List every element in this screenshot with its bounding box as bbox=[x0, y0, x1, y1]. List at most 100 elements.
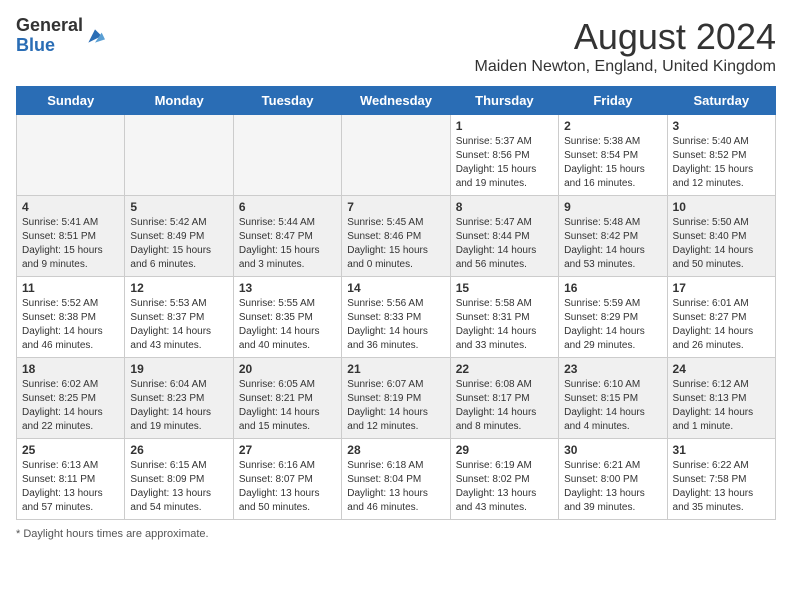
logo: General Blue bbox=[16, 16, 105, 56]
cal-cell-1: 1 Sunrise: 5:37 AMSunset: 8:56 PMDaylight… bbox=[450, 115, 558, 196]
cell-daylight-text: Sunrise: 5:40 AMSunset: 8:52 PMDaylight:… bbox=[673, 135, 770, 191]
date-number: 23 bbox=[564, 362, 661, 376]
cal-cell-7: 7 Sunrise: 5:45 AMSunset: 8:46 PMDaylight… bbox=[342, 196, 450, 277]
cal-cell-17: 17 Sunrise: 6:01 AMSunset: 8:27 PMDayligh… bbox=[667, 277, 775, 358]
cal-cell-3: 3 Sunrise: 5:40 AMSunset: 8:52 PMDaylight… bbox=[667, 115, 775, 196]
cal-cell-27: 27 Sunrise: 6:16 AMSunset: 8:07 PMDayligh… bbox=[233, 439, 341, 520]
day-header-row: SundayMondayTuesdayWednesdayThursdayFrid… bbox=[17, 87, 776, 115]
date-number: 4 bbox=[22, 200, 119, 214]
date-number: 18 bbox=[22, 362, 119, 376]
cell-daylight-text: Sunrise: 5:58 AMSunset: 8:31 PMDaylight:… bbox=[456, 297, 553, 353]
cell-daylight-text: Sunrise: 5:48 AMSunset: 8:42 PMDaylight:… bbox=[564, 216, 661, 272]
day-header-saturday: Saturday bbox=[667, 87, 775, 115]
date-number: 11 bbox=[22, 281, 119, 295]
cal-cell-8: 8Sunrise: 5:47 AMSunset: 8:44 PMDaylight… bbox=[450, 196, 558, 277]
cell-daylight-text: Sunrise: 6:19 AMSunset: 8:02 PMDaylight:… bbox=[456, 459, 553, 515]
date-number: 27 bbox=[239, 443, 336, 457]
date-number: 16 bbox=[564, 281, 661, 295]
week-row-3: 11 Sunrise: 5:52 AMSunset: 8:38 PMDayligh… bbox=[17, 277, 776, 358]
daylight-note: Daylight hours bbox=[23, 528, 93, 540]
date-number: 19 bbox=[130, 362, 227, 376]
date-number: 22 bbox=[456, 362, 553, 376]
week-row-1: 1 Sunrise: 5:37 AMSunset: 8:56 PMDaylight… bbox=[17, 115, 776, 196]
day-header-thursday: Thursday bbox=[450, 87, 558, 115]
cal-cell-24: 24Sunrise: 6:12 AMSunset: 8:13 PMDayligh… bbox=[667, 358, 775, 439]
date-number: 1 bbox=[456, 119, 553, 133]
cal-cell-9: 9 Sunrise: 5:48 AMSunset: 8:42 PMDaylight… bbox=[559, 196, 667, 277]
cal-cell-empty-1 bbox=[125, 115, 233, 196]
cal-cell-15: 15 Sunrise: 5:58 AMSunset: 8:31 PMDayligh… bbox=[450, 277, 558, 358]
cell-daylight-text: Sunrise: 5:37 AMSunset: 8:56 PMDaylight:… bbox=[456, 135, 553, 191]
cal-cell-19: 19 Sunrise: 6:04 AMSunset: 8:23 PMDayligh… bbox=[125, 358, 233, 439]
cell-daylight-text: Sunrise: 5:38 AMSunset: 8:54 PMDaylight:… bbox=[564, 135, 661, 191]
date-number: 29 bbox=[456, 443, 553, 457]
cal-cell-empty-0 bbox=[17, 115, 125, 196]
date-number: 13 bbox=[239, 281, 336, 295]
calendar-body: 1 Sunrise: 5:37 AMSunset: 8:56 PMDaylight… bbox=[17, 115, 776, 520]
cell-daylight-text: Sunrise: 6:10 AMSunset: 8:15 PMDaylight:… bbox=[564, 378, 661, 434]
cal-cell-11: 11 Sunrise: 5:52 AMSunset: 8:38 PMDayligh… bbox=[17, 277, 125, 358]
cell-daylight-text: Sunrise: 5:50 AMSunset: 8:40 PMDaylight:… bbox=[673, 216, 770, 272]
cal-cell-22: 22 Sunrise: 6:08 AMSunset: 8:17 PMDayligh… bbox=[450, 358, 558, 439]
cell-daylight-text: Sunrise: 6:07 AMSunset: 8:19 PMDaylight:… bbox=[347, 378, 444, 434]
date-number: 7 bbox=[347, 200, 444, 214]
cal-cell-23: 23 Sunrise: 6:10 AMSunset: 8:15 PMDayligh… bbox=[559, 358, 667, 439]
cal-cell-18: 18 Sunrise: 6:02 AMSunset: 8:25 PMDayligh… bbox=[17, 358, 125, 439]
day-header-tuesday: Tuesday bbox=[233, 87, 341, 115]
cell-daylight-text: Sunrise: 6:18 AMSunset: 8:04 PMDaylight:… bbox=[347, 459, 444, 515]
cal-cell-12: 12 Sunrise: 5:53 AMSunset: 8:37 PMDayligh… bbox=[125, 277, 233, 358]
day-header-monday: Monday bbox=[125, 87, 233, 115]
day-header-friday: Friday bbox=[559, 87, 667, 115]
cal-cell-empty-3 bbox=[342, 115, 450, 196]
cell-daylight-text: Sunrise: 5:44 AMSunset: 8:47 PMDaylight:… bbox=[239, 216, 336, 272]
calendar-subtitle: Maiden Newton, England, United Kingdom bbox=[474, 58, 776, 76]
day-header-sunday: Sunday bbox=[17, 87, 125, 115]
date-number: 12 bbox=[130, 281, 227, 295]
date-number: 5 bbox=[130, 200, 227, 214]
cell-daylight-text: Sunrise: 5:52 AMSunset: 8:38 PMDaylight:… bbox=[22, 297, 119, 353]
cell-daylight-text: Sunrise: 6:01 AMSunset: 8:27 PMDaylight:… bbox=[673, 297, 770, 353]
cell-daylight-text: Sunrise: 6:15 AMSunset: 8:09 PMDaylight:… bbox=[130, 459, 227, 515]
logo-general: General Blue bbox=[16, 16, 83, 56]
date-number: 14 bbox=[347, 281, 444, 295]
cal-cell-21: 21 Sunrise: 6:07 AMSunset: 8:19 PMDayligh… bbox=[342, 358, 450, 439]
cell-daylight-text: Sunrise: 6:13 AMSunset: 8:11 PMDaylight:… bbox=[22, 459, 119, 515]
cal-cell-4: 4 Sunrise: 5:41 AMSunset: 8:51 PMDaylight… bbox=[17, 196, 125, 277]
cell-daylight-text: Sunrise: 6:08 AMSunset: 8:17 PMDaylight:… bbox=[456, 378, 553, 434]
date-number: 28 bbox=[347, 443, 444, 457]
cell-daylight-text: Sunrise: 6:02 AMSunset: 8:25 PMDaylight:… bbox=[22, 378, 119, 434]
cal-cell-5: 5Sunrise: 5:42 AMSunset: 8:49 PMDaylight… bbox=[125, 196, 233, 277]
date-number: 15 bbox=[456, 281, 553, 295]
cal-cell-empty-2 bbox=[233, 115, 341, 196]
title-section: August 2024 Maiden Newton, England, Unit… bbox=[474, 16, 776, 76]
cell-daylight-text: Sunrise: 6:12 AMSunset: 8:13 PMDaylight:… bbox=[673, 378, 770, 434]
cell-daylight-text: Sunrise: 5:56 AMSunset: 8:33 PMDaylight:… bbox=[347, 297, 444, 353]
date-number: 31 bbox=[673, 443, 770, 457]
cal-cell-28: 28 Sunrise: 6:18 AMSunset: 8:04 PMDayligh… bbox=[342, 439, 450, 520]
cell-daylight-text: Sunrise: 5:41 AMSunset: 8:51 PMDaylight:… bbox=[22, 216, 119, 272]
cal-cell-10: 10Sunrise: 5:50 AMSunset: 8:40 PMDayligh… bbox=[667, 196, 775, 277]
logo-icon bbox=[85, 26, 105, 46]
week-row-5: 25 Sunrise: 6:13 AMSunset: 8:11 PMDayligh… bbox=[17, 439, 776, 520]
page-header: General Blue August 2024 Maiden Newton, … bbox=[16, 16, 776, 76]
date-number: 17 bbox=[673, 281, 770, 295]
day-header-wednesday: Wednesday bbox=[342, 87, 450, 115]
cal-cell-29: 29 Sunrise: 6:19 AMSunset: 8:02 PMDayligh… bbox=[450, 439, 558, 520]
calendar-title: August 2024 bbox=[474, 16, 776, 58]
cell-daylight-text: Sunrise: 6:16 AMSunset: 8:07 PMDaylight:… bbox=[239, 459, 336, 515]
date-number: 9 bbox=[564, 200, 661, 214]
cell-daylight-text: Sunrise: 5:53 AMSunset: 8:37 PMDaylight:… bbox=[130, 297, 227, 353]
calendar-table: SundayMondayTuesdayWednesdayThursdayFrid… bbox=[16, 86, 776, 520]
date-number: 21 bbox=[347, 362, 444, 376]
date-number: 30 bbox=[564, 443, 661, 457]
cal-cell-20: 20Sunrise: 6:05 AMSunset: 8:21 PMDayligh… bbox=[233, 358, 341, 439]
date-number: 6 bbox=[239, 200, 336, 214]
date-number: 2 bbox=[564, 119, 661, 133]
date-number: 3 bbox=[673, 119, 770, 133]
cal-cell-26: 26Sunrise: 6:15 AMSunset: 8:09 PMDayligh… bbox=[125, 439, 233, 520]
cell-daylight-text: Sunrise: 5:45 AMSunset: 8:46 PMDaylight:… bbox=[347, 216, 444, 272]
cal-cell-13: 13Sunrise: 5:55 AMSunset: 8:35 PMDayligh… bbox=[233, 277, 341, 358]
cell-daylight-text: Sunrise: 6:22 AMSunset: 7:58 PMDaylight:… bbox=[673, 459, 770, 515]
cell-daylight-text: Sunrise: 6:04 AMSunset: 8:23 PMDaylight:… bbox=[130, 378, 227, 434]
date-number: 25 bbox=[22, 443, 119, 457]
